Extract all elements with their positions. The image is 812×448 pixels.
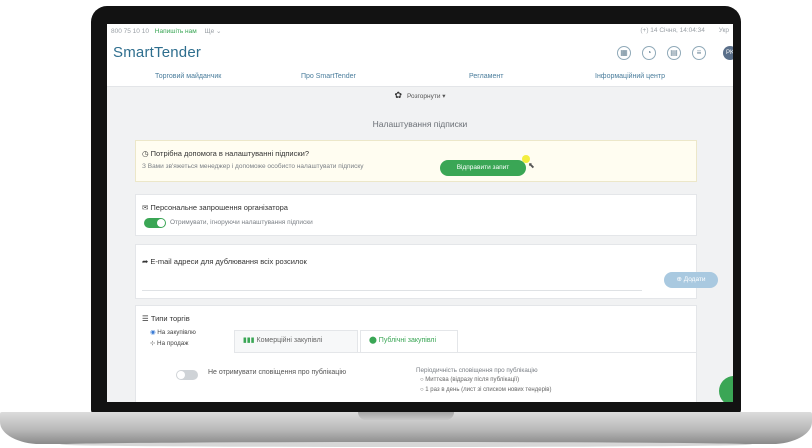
chat-fab-button[interactable]: [719, 376, 733, 402]
language-switch[interactable]: Укр: [719, 27, 729, 34]
frequency-option-instant[interactable]: ○ Миттєва (відразу після публікації): [420, 377, 519, 383]
tab-public-label: Публічні закупівлі: [378, 337, 437, 344]
help-card: ◷ Потрібна допомога в налаштуванні підпи…: [135, 140, 697, 182]
email-title: E-mail адреси для дублювання всіх розсил…: [150, 257, 307, 266]
tab-public[interactable]: ⬤ Публічні закупівлі: [360, 330, 458, 352]
avatar[interactable]: PK: [723, 46, 733, 60]
frequency-option-daily[interactable]: ○ 1 раз в день (лист зі списком нових те…: [420, 387, 551, 393]
expand-label: Розгорнути: [406, 93, 441, 100]
nav-item-about[interactable]: Про SmartTender: [301, 73, 356, 80]
bell-icon[interactable]: ◔: [642, 46, 656, 60]
publication-toggle-label: Не отримувати сповіщення про публікацію: [208, 369, 347, 376]
help-title: Потрібна допомога в налаштуванні підписк…: [150, 149, 310, 158]
screen: 800 75 10 10 Напишіть нам Ще ⌄ (+) 14 Сі…: [107, 24, 733, 402]
expand-toggle[interactable]: ✿ Розгорнути ▾: [107, 90, 733, 101]
write-us-link[interactable]: Напишіть нам: [155, 28, 197, 35]
datetime: (+) 14 Січня, 14:04:34: [640, 27, 705, 34]
more-menu[interactable]: Ще ⌄: [205, 28, 222, 35]
invite-title: Персональне запрошення організатора: [150, 203, 288, 212]
chat-icon[interactable]: ▤: [667, 46, 681, 60]
clock-icon: ◷: [142, 149, 149, 158]
tab-commercial[interactable]: ▮▮▮ Комерційні закупівлі: [234, 330, 358, 352]
mouse-pointer-icon: ⬉: [528, 161, 535, 170]
main-nav: Торговий майданчик Про SmartTender Регла…: [107, 68, 733, 87]
phone-number: 800 75 10 10: [111, 28, 149, 35]
nav-item-rules[interactable]: Регламент: [469, 73, 503, 80]
email-input[interactable]: [142, 274, 642, 291]
add-email-label: Додати: [683, 276, 706, 283]
tab-underline: [234, 352, 696, 353]
radio-selected-icon: ◉: [150, 329, 156, 336]
types-title: Типи торгів: [150, 314, 190, 323]
invite-toggle[interactable]: [144, 218, 166, 228]
nav-item-info[interactable]: Інформаційний центр: [595, 73, 665, 80]
email-duplication-card: ➦ E-mail адреси для дублювання всіх розс…: [135, 244, 718, 299]
toggle-tab-icon: ⬤: [369, 337, 377, 344]
plus-icon: ⊕: [676, 276, 682, 283]
radio-purchase-label: На закупівлю: [157, 329, 196, 336]
add-email-button[interactable]: ⊕ Додати: [664, 272, 718, 288]
page-title: Налаштування підписки: [372, 119, 468, 129]
publication-toggle[interactable]: [176, 370, 198, 380]
caret-down-icon: ▾: [442, 93, 446, 100]
invite-toggle-label: Отримувати, ігноруючи налаштування підпи…: [170, 219, 313, 226]
calculator-icon[interactable]: ▦: [617, 46, 631, 60]
menu-icon[interactable]: ≡: [692, 46, 706, 60]
radio-sale-label: На продаж: [157, 340, 189, 347]
share-icon: ➦: [142, 257, 149, 266]
logo[interactable]: SmartTender: [113, 44, 201, 61]
laptop-shadow: [60, 442, 752, 447]
tag-icon: ⊹: [150, 340, 156, 347]
send-request-button[interactable]: Відправити запит: [440, 160, 526, 176]
list-icon: ☰: [142, 314, 149, 323]
bar-chart-icon: ▮▮▮: [243, 337, 255, 344]
radio-icon: ○: [420, 377, 424, 383]
frequency-instant-label: Миттєва (відразу після публікації): [425, 377, 520, 383]
radio-sale[interactable]: ⊹ На продаж: [150, 340, 189, 347]
tab-commercial-label: Комерційні закупівлі: [256, 337, 323, 344]
radio-icon: ○: [420, 387, 424, 393]
envelope-icon: ✉: [142, 203, 149, 212]
nav-item-trading[interactable]: Торговий майданчик: [155, 73, 221, 80]
laptop-notch: [358, 412, 454, 420]
brand-bar: SmartTender ▦ ◔ ▤ ≡ PK: [107, 38, 733, 68]
organizer-invite-card: ✉ Персональне запрошення організатора От…: [135, 194, 697, 236]
top-strip: 800 75 10 10 Напишіть нам Ще ⌄ (+) 14 Сі…: [107, 24, 733, 38]
help-text: З Вами зв'яжеться менеджер і допоможе ос…: [142, 163, 364, 170]
frequency-daily-label: 1 раз в день (лист зі списком нових тенд…: [425, 387, 552, 393]
tender-types-card: ☰ Типи торгів ◉ На закупівлю ⊹ На продаж…: [135, 305, 697, 402]
gear-icon: ✿: [394, 90, 402, 100]
radio-purchase[interactable]: ◉ На закупівлю: [150, 329, 196, 336]
frequency-title: Періодичність сповіщення про публікацію: [416, 367, 538, 374]
